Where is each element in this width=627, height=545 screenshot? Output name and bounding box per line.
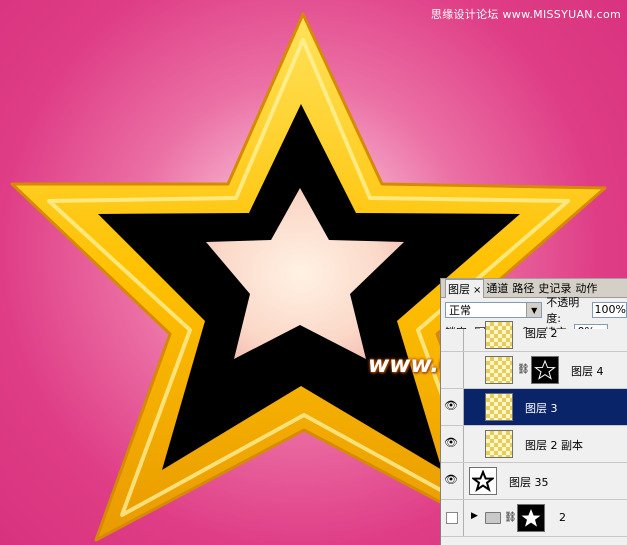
layer-row[interactable]: 图层 2 <box>441 321 627 352</box>
layer-row[interactable]: ⛓ 图层 4 <box>441 352 627 389</box>
layers-panel: 图层× 通道 路径 史记录 动作 正常 ▼ 不透明度: 100% 锁定: ✎ ✥… <box>440 278 627 545</box>
layer-name: 2 <box>559 511 566 524</box>
opacity-label: 不透明度: <box>546 296 580 325</box>
tab-paths[interactable]: 路径 <box>510 279 536 297</box>
panel-tabs: 图层 × 通道 路径 史记录 动作 <box>441 279 627 298</box>
layer-thumbnail <box>485 321 513 349</box>
visibility-toggle[interactable] <box>441 329 464 351</box>
group-mask-thumbnail[interactable] <box>517 504 545 532</box>
layer-thumbnail <box>485 356 513 384</box>
eye-icon: 👁 <box>444 473 458 486</box>
layer-thumbnail <box>485 430 513 458</box>
tab-layers[interactable]: 图层 × <box>445 279 485 298</box>
checkbox-icon <box>446 512 458 524</box>
layer-thumbnail <box>485 393 513 421</box>
folder-icon <box>485 512 501 524</box>
layer-name: 图层 4 <box>571 365 604 378</box>
visibility-toggle[interactable] <box>441 352 464 388</box>
layer-mask-thumbnail[interactable] <box>531 356 559 384</box>
close-icon[interactable]: × <box>473 285 481 296</box>
layer-row[interactable]: 👁 图层 3 <box>441 389 627 426</box>
blend-opacity-row: 正常 ▼ 不透明度: 100% <box>441 296 627 325</box>
link-icon: ⛓ <box>517 364 530 375</box>
eye-icon: 👁 <box>444 399 458 412</box>
blend-mode-select[interactable]: 正常 ▼ <box>445 302 543 318</box>
layer-name: 图层 3 <box>525 402 558 415</box>
opacity-input[interactable]: 100% <box>591 302 627 318</box>
layer-row[interactable]: 👁 图层 35 <box>441 463 627 500</box>
layer-thumbnail <box>469 467 497 495</box>
layer-name: 图层 2 副本 <box>525 439 583 452</box>
layer-name: 图层 2 <box>525 327 558 340</box>
eye-icon: 👁 <box>444 436 458 449</box>
visibility-toggle[interactable]: 👁 <box>441 426 464 462</box>
link-icon: ⛓ <box>504 512 517 523</box>
visibility-toggle[interactable] <box>441 500 464 536</box>
layer-group-row[interactable]: ▶ ⛓ 2 <box>441 500 627 537</box>
blend-mode-value: 正常 <box>449 304 471 317</box>
visibility-toggle[interactable]: 👁 <box>441 389 464 425</box>
chevron-down-icon[interactable]: ▼ <box>526 303 542 317</box>
watermark-top: 思缘设计论坛 www.MISSYUAN.com <box>430 8 621 21</box>
layer-name: 图层 35 <box>509 476 549 489</box>
tab-channels[interactable]: 通道 <box>484 279 510 297</box>
layer-list: 图层 2 ⛓ 图层 4 👁 图层 3 👁 图层 2 副本 👁 图层 35 ▶ ⛓… <box>441 321 627 537</box>
layer-row[interactable]: 👁 图层 2 副本 <box>441 426 627 463</box>
visibility-toggle[interactable]: 👁 <box>441 463 464 499</box>
expand-triangle-icon[interactable]: ▶ <box>471 511 478 521</box>
tab-label: 图层 <box>448 283 470 296</box>
